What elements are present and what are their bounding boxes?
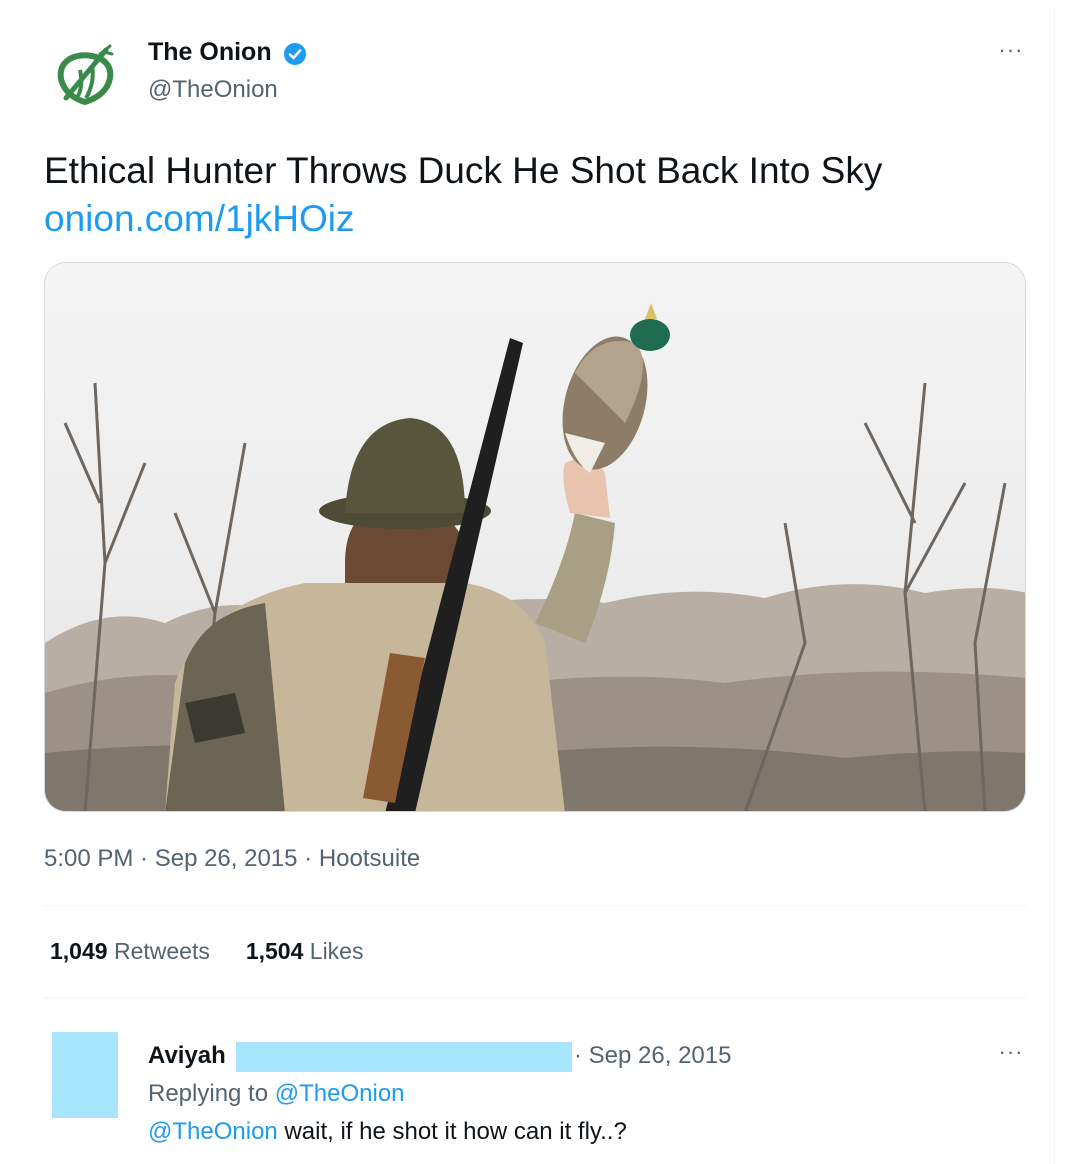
likes-label: Likes — [309, 938, 364, 964]
tweet-text: Ethical Hunter Throws Duck He Shot Back … — [44, 150, 883, 191]
author-handle[interactable]: @TheOnion — [148, 76, 278, 104]
tweet-link[interactable]: onion.com/1jkHOiz — [44, 196, 355, 242]
retweets-label: Retweets — [113, 938, 210, 964]
divider — [44, 905, 1026, 906]
reply-body-text: wait, if he shot it how can it fly..? — [284, 1118, 627, 1145]
verified-badge-icon — [283, 42, 307, 66]
tweet-stats: 1,049 Retweets 1,504 Likes — [50, 938, 363, 965]
reply-date[interactable]: · Sep 26, 2015 — [574, 1042, 731, 1070]
reply-replying-to: Replying to @TheOnion — [148, 1080, 405, 1108]
reply-author-name[interactable]: Aviyah — [148, 1042, 226, 1070]
likes-stat[interactable]: 1,504 Likes — [246, 938, 364, 965]
divider — [44, 997, 1026, 998]
retweets-count: 1,049 — [50, 938, 108, 964]
replying-to-handle[interactable]: @TheOnion — [275, 1080, 405, 1107]
retweets-stat[interactable]: 1,049 Retweets — [50, 938, 210, 965]
reply-avatar-redacted[interactable] — [52, 1032, 118, 1118]
onion-logo-icon — [57, 44, 114, 106]
tweet-timestamp[interactable]: 5:00 PM · Sep 26, 2015 · Hootsuite — [44, 845, 420, 873]
onion-logo-avatar[interactable] — [52, 40, 118, 106]
likes-count: 1,504 — [245, 938, 304, 964]
author-name[interactable]: The Onion — [148, 38, 272, 67]
reply-text: @TheOnion wait, if he shot it how can it… — [148, 1118, 627, 1146]
reply-handle-redacted — [236, 1042, 572, 1072]
reply-more-options-icon[interactable]: ··· — [994, 1041, 1028, 1070]
replying-to-label: Replying to — [148, 1080, 269, 1107]
reply-mention[interactable]: @TheOnion — [148, 1118, 278, 1145]
more-options-icon[interactable]: ··· — [994, 39, 1028, 68]
tweet-photo[interactable] — [44, 262, 1026, 812]
